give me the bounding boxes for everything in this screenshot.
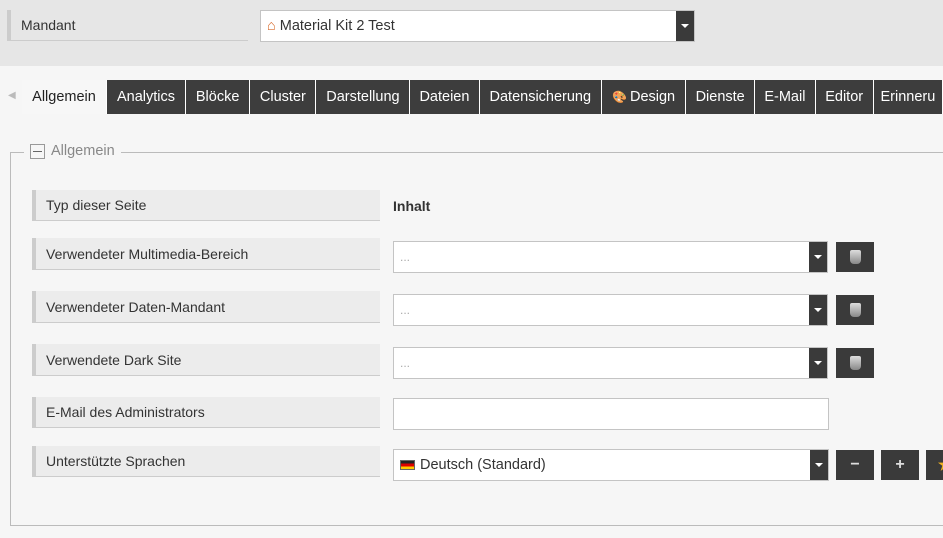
tab-dateien[interactable]: Dateien (410, 80, 480, 114)
multimedia-label: Verwendeter Multimedia-Bereich (32, 238, 380, 270)
chevron-down-icon[interactable] (809, 295, 827, 325)
tab-label: Dienste (695, 89, 745, 105)
german-flag-icon (400, 460, 415, 470)
clear-dark-button[interactable] (836, 348, 874, 378)
remove-language-button[interactable]: − (836, 450, 874, 480)
mandant-value: Material Kit 2 Test (279, 18, 395, 34)
chevron-down-icon[interactable] (809, 348, 827, 378)
tab-label: E-Mail (764, 89, 806, 105)
house-icon: ⌂ (267, 18, 276, 34)
tab-allgemein[interactable]: Allgemein (22, 80, 107, 114)
dark-select[interactable]: ... (393, 347, 828, 379)
tab-blöcke[interactable]: Blöcke (186, 80, 251, 114)
tab-dienste[interactable]: Dienste (686, 80, 756, 114)
mandant-label-text: Mandant (21, 17, 76, 33)
tab-label: Editor (825, 89, 864, 105)
minus-icon: − (850, 456, 860, 473)
typ-label: Typ dieser Seite (32, 190, 380, 221)
collapse-icon[interactable] (30, 143, 45, 159)
tab-label: Blöcke (195, 89, 240, 105)
tab-e-mail[interactable]: E-Mail (755, 80, 816, 114)
typ-value: Inhalt (393, 198, 431, 214)
tab-editor[interactable]: Editor (815, 80, 874, 114)
mandant-select[interactable]: ⌂ Material Kit 2 Test (260, 10, 695, 42)
add-language-button[interactable]: + (881, 450, 919, 480)
daten-label: Verwendeter Daten-Mandant (32, 291, 380, 323)
tab-label: Design (629, 89, 676, 105)
tab-label: Analytics (117, 89, 176, 105)
tab-label: Datensicherung (489, 89, 592, 105)
tab-darstellung[interactable]: Darstellung (316, 80, 411, 114)
tab-erinneru[interactable]: Erinneru (873, 80, 943, 114)
clear-daten-button[interactable] (836, 295, 874, 325)
tab-design[interactable]: 🎨 Design (602, 80, 687, 114)
chevron-down-icon[interactable] (676, 11, 694, 41)
sprachen-select[interactable]: Deutsch (Standard) (393, 449, 829, 481)
plus-icon: + (895, 456, 905, 473)
sprachen-label: Unterstützte Sprachen (32, 446, 380, 477)
email-label: E-Mail des Administrators (32, 397, 380, 428)
tab-datensicherung[interactable]: Datensicherung (479, 80, 603, 114)
trash-icon (849, 356, 861, 370)
multimedia-select[interactable]: ... (393, 241, 828, 273)
tab-cluster[interactable]: Cluster (250, 80, 317, 114)
clear-multimedia-button[interactable] (836, 242, 874, 272)
palette-icon: 🎨 (612, 90, 627, 104)
star-icon: ★ (938, 455, 943, 475)
section-title: Allgemein (51, 143, 115, 159)
tab-bar: Allgemein Analytics Blöcke Cluster Darstellu… (0, 80, 943, 114)
tab-analytics[interactable]: Analytics (106, 80, 187, 114)
chevron-down-icon[interactable] (809, 242, 827, 272)
tab-label: Cluster (259, 89, 306, 105)
dark-label: Verwendete Dark Site (32, 344, 380, 376)
daten-select[interactable]: ... (393, 294, 828, 326)
tab-label: Darstellung (326, 89, 400, 105)
section-legend: Allgemein (24, 143, 121, 159)
chevron-down-icon[interactable] (810, 450, 828, 480)
trash-icon (849, 250, 861, 264)
email-input[interactable] (393, 398, 829, 430)
mandant-label: Mandant (7, 10, 248, 41)
trash-icon (849, 303, 861, 317)
tab-label: Erinneru (880, 89, 936, 105)
tab-label: Allgemein (32, 89, 96, 105)
default-language-button[interactable]: ★ (926, 450, 943, 480)
tab-label: Dateien (419, 89, 470, 105)
